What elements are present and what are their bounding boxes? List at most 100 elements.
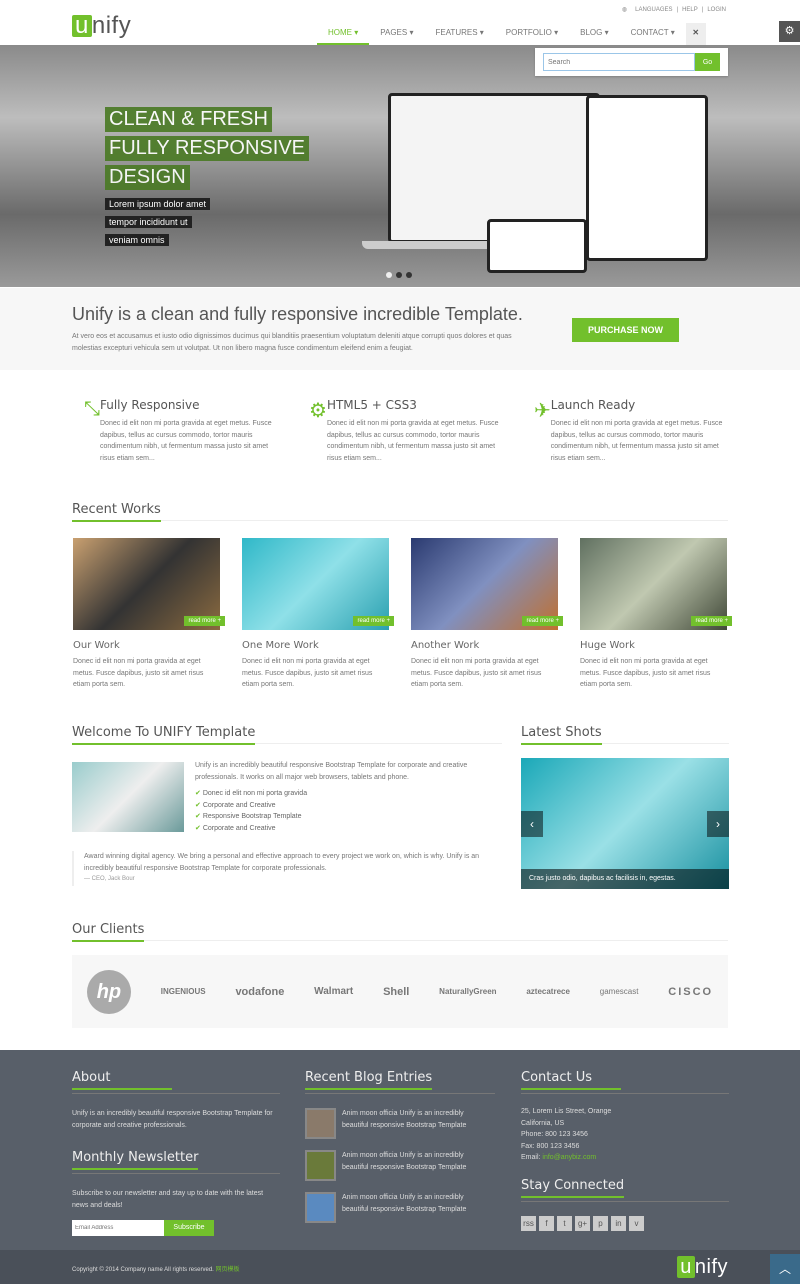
client-logo[interactable]: aztecatrece xyxy=(526,987,570,996)
about-heading: About xyxy=(72,1070,280,1094)
service-item: ✈ Launch Ready Donec id elit non mi porta … xyxy=(534,398,724,464)
chevron-left-icon[interactable]: ‹ xyxy=(521,811,543,837)
purchase-banner: Unify is a clean and fully responsive in… xyxy=(0,288,800,370)
close-search-button[interactable]: ✕ xyxy=(685,23,706,45)
nav-pages[interactable]: PAGES ▾ xyxy=(369,27,424,45)
check-icon: ✔ xyxy=(195,824,203,832)
latest-shots-heading: Latest Shots xyxy=(521,725,729,745)
work-image[interactable]: read more + xyxy=(580,538,732,630)
phone-image xyxy=(487,219,587,273)
latest-shots-carousel: ‹ › Cras justo odio, dapibus ac facilisi… xyxy=(521,758,729,889)
chevron-right-icon[interactable]: › xyxy=(707,811,729,837)
work-item[interactable]: read more + Another Work Donec id elit non… xyxy=(411,538,563,691)
blog-heading: Recent Blog Entries xyxy=(305,1070,495,1094)
footer-contact-column: Contact Us 25, Lorem Lis Street, Orange C… xyxy=(521,1070,729,1231)
logo[interactable]: u nify xyxy=(72,12,131,40)
social-heading: Stay Connected xyxy=(521,1178,729,1202)
about-text: Unify is an incredibly beautiful respons… xyxy=(72,1110,273,1129)
work-image[interactable]: read more + xyxy=(73,538,225,630)
nav-portfolio[interactable]: PORTFOLIO ▾ xyxy=(495,27,569,45)
google-plus-icon[interactable]: g+ xyxy=(575,1215,590,1231)
contact-heading: Contact Us xyxy=(521,1070,729,1094)
newsletter-text: Subscribe to our newsletter and stay up … xyxy=(72,1190,264,1209)
subscribe-button[interactable]: Subscribe xyxy=(164,1220,214,1236)
help-link[interactable]: HELP xyxy=(682,7,698,13)
check-icon: ✔ xyxy=(195,790,203,797)
blog-entry-link[interactable]: Anim moon officia Unify is an incredibly… xyxy=(342,1150,492,1181)
read-more-link[interactable]: read more + xyxy=(522,616,563,626)
welcome-heading: Welcome To UNIFY Template xyxy=(72,725,502,745)
globe-icon: ◍ xyxy=(621,7,628,13)
read-more-link[interactable]: read more + xyxy=(691,616,732,626)
search-dropdown: Go xyxy=(535,48,728,76)
client-logo[interactable]: vodafone xyxy=(235,986,284,998)
twitter-icon[interactable]: t xyxy=(557,1215,572,1231)
blog-entry[interactable]: Anim moon officia Unify is an incredibly… xyxy=(305,1150,495,1181)
client-logo[interactable]: NaturallyGreen xyxy=(439,987,496,996)
work-image[interactable]: read more + xyxy=(242,538,394,630)
email-link[interactable]: info@anybiz.com xyxy=(542,1154,596,1161)
client-logo[interactable]: Shell xyxy=(383,986,409,998)
blog-entry[interactable]: Anim moon officia Unify is an incredibly… xyxy=(305,1108,495,1139)
linkedin-icon[interactable]: in xyxy=(611,1215,626,1231)
welcome-image xyxy=(72,762,184,832)
copyright: Copyright © 2014 Company name All rights… xyxy=(72,1267,240,1273)
blog-entry-link[interactable]: Anim moon officia Unify is an incredibly… xyxy=(342,1192,492,1223)
hero-slider: CLEAN & FRESH FULLY RESPONSIVE DESIGN Lo… xyxy=(0,45,800,287)
search-go-button[interactable]: Go xyxy=(695,53,720,71)
copyright-bar: Copyright © 2014 Company name All rights… xyxy=(0,1250,800,1284)
slide-dot[interactable] xyxy=(396,272,402,278)
recent-works-heading: Recent Works xyxy=(72,502,728,522)
blog-entry-link[interactable]: Anim moon officia Unify is an incredibly… xyxy=(342,1108,492,1139)
settings-gear-icon[interactable]: ⚙ xyxy=(779,21,800,42)
client-logo[interactable]: CISCO xyxy=(668,986,713,998)
service-item: ⚙ HTML5 + CSS3 Donec id elit non mi porta … xyxy=(309,398,499,464)
client-logo[interactable]: Walmart xyxy=(314,986,353,997)
blog-thumb xyxy=(305,1150,336,1181)
contact-info: 25, Lorem Lis Street, Orange California, … xyxy=(521,1108,612,1161)
work-item[interactable]: read more + One More Work Donec id elit no… xyxy=(242,538,394,691)
read-more-link[interactable]: read more + xyxy=(353,616,394,626)
email-field[interactable] xyxy=(72,1220,164,1236)
client-logo[interactable]: hp xyxy=(86,969,131,1014)
facebook-icon[interactable]: f xyxy=(539,1215,554,1231)
nav-home[interactable]: HOME ▾ xyxy=(317,27,370,45)
slide-dot[interactable] xyxy=(386,272,392,278)
nav-features[interactable]: FEATURES ▾ xyxy=(424,27,494,45)
nav-blog[interactable]: BLOG ▾ xyxy=(569,27,619,45)
read-more-link[interactable]: read more + xyxy=(184,616,225,626)
tablet-image xyxy=(586,95,708,261)
pinterest-icon[interactable]: p xyxy=(593,1215,608,1231)
nav-contact[interactable]: CONTACT ▾ xyxy=(620,27,686,45)
blog-thumb xyxy=(305,1108,336,1139)
copyright-link[interactable]: 网页模板 xyxy=(216,1267,240,1273)
purchase-title: Unify is a clean and fully responsive in… xyxy=(72,304,523,324)
work-image[interactable]: read more + xyxy=(411,538,563,630)
rss-icon[interactable]: rss xyxy=(521,1215,536,1231)
slide-dot[interactable] xyxy=(406,272,412,278)
client-logo[interactable]: gamescast xyxy=(600,987,639,996)
welcome-list: ✔ Donec id elit non mi porta gravida ✔ C… xyxy=(195,790,308,832)
main-nav: HOME ▾ PAGES ▾ FEATURES ▾ PORTFOLIO ▾ BL… xyxy=(317,23,706,45)
newsletter-form: Subscribe xyxy=(72,1220,280,1236)
newsletter-heading: Monthly Newsletter xyxy=(72,1150,280,1174)
clients-logos: hp INGENIOUS vodafone Walmart Shell Natu… xyxy=(72,955,728,1028)
login-link[interactable]: LOGIN xyxy=(707,7,726,13)
client-logo[interactable]: INGENIOUS xyxy=(161,987,206,996)
footer-logo[interactable]: u nify xyxy=(677,1256,728,1279)
languages-link[interactable]: LANGUAGES xyxy=(635,7,672,13)
cogs-icon: ⚙ xyxy=(309,400,327,422)
footer: About Unify is an incredibly beautiful r… xyxy=(0,1050,800,1250)
footer-about-column: About Unify is an incredibly beautiful r… xyxy=(72,1070,280,1236)
blog-entry[interactable]: Anim moon officia Unify is an incredibly… xyxy=(305,1192,495,1223)
work-item[interactable]: read more + Huge Work Donec id elit non mi… xyxy=(580,538,732,691)
purchase-text: At vero eos et accusamus et iusto odio d… xyxy=(72,333,512,352)
blog-thumb xyxy=(305,1192,336,1223)
vimeo-icon[interactable]: v xyxy=(629,1215,644,1231)
purchase-now-button[interactable]: PURCHASE NOW xyxy=(572,318,679,342)
social-icons: rss f t g+ p in v xyxy=(521,1215,729,1231)
slider-dots xyxy=(384,265,414,283)
search-input[interactable] xyxy=(543,53,695,71)
work-item[interactable]: read more + Our Work Donec id elit non mi … xyxy=(73,538,225,691)
back-to-top-icon[interactable]: ︿ xyxy=(770,1254,800,1284)
